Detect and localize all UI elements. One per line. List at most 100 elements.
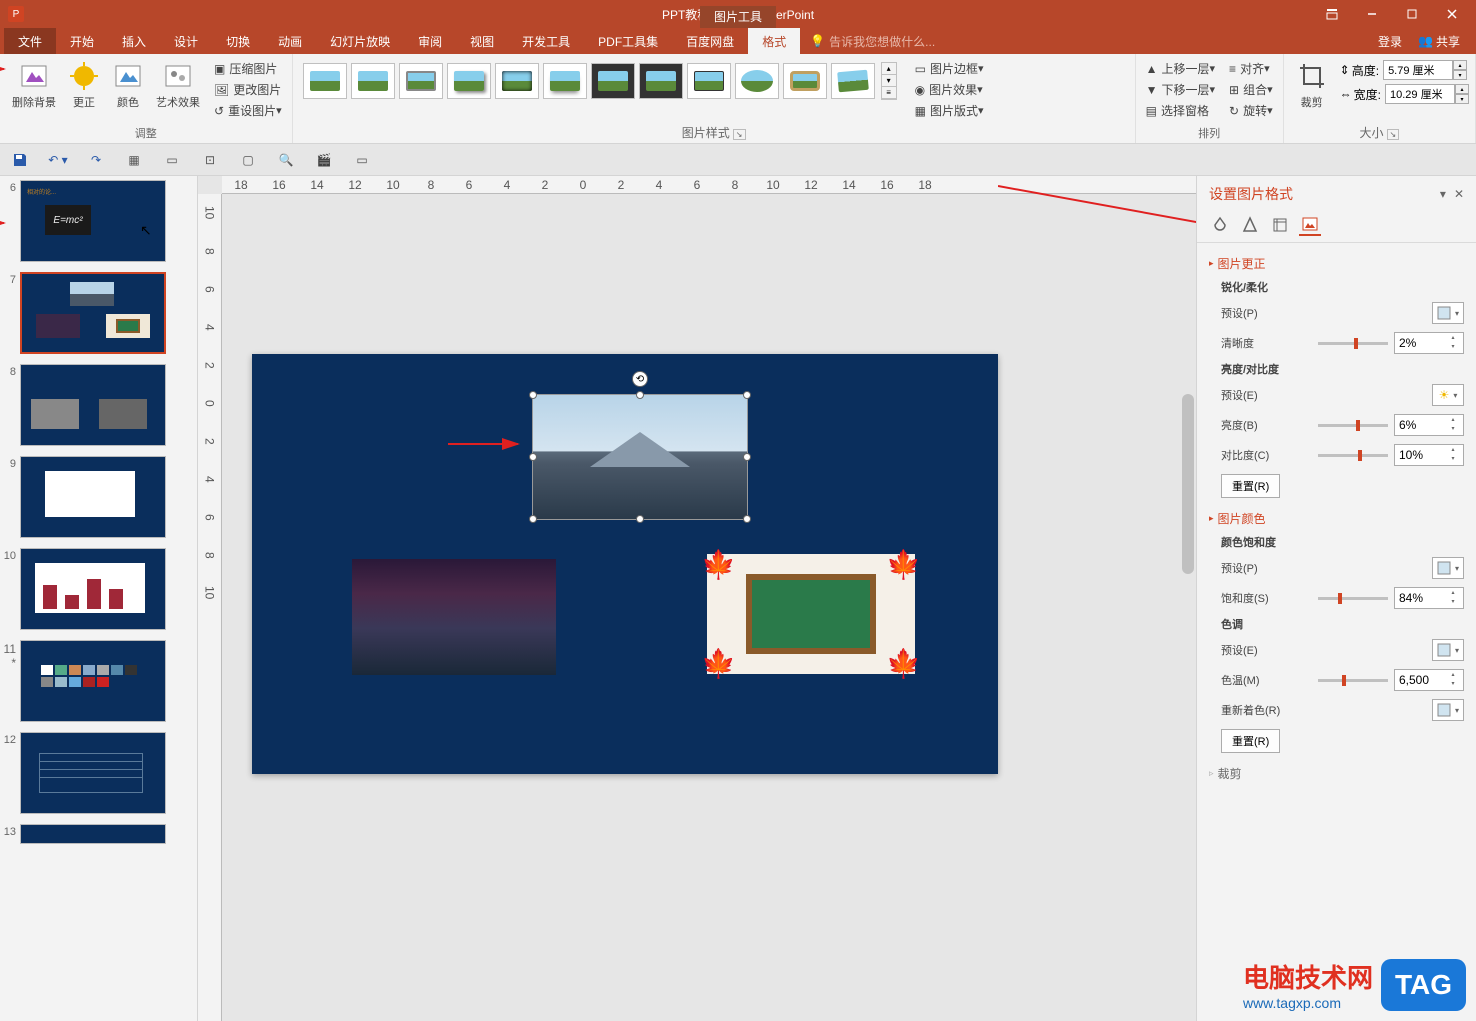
crop-button[interactable]: 裁剪: [1290, 58, 1334, 112]
section-crop[interactable]: ▹裁剪: [1209, 761, 1464, 786]
height-input[interactable]: [1383, 60, 1453, 80]
resize-handle-bc[interactable]: [636, 515, 644, 523]
resize-handle-mr[interactable]: [743, 453, 751, 461]
picture-effects-button[interactable]: ◉图片效果 ▾: [911, 79, 988, 100]
slide-thumb-9[interactable]: [20, 456, 166, 538]
resize-handle-tr[interactable]: [743, 391, 751, 399]
temp-input[interactable]: 6,500▴▾: [1394, 669, 1464, 691]
maximize-button[interactable]: [1392, 0, 1432, 28]
slide-thumb-6[interactable]: 相对的论... E=mc²: [20, 180, 166, 262]
send-backward-button[interactable]: ▼下移一层 ▾: [1142, 79, 1219, 100]
width-input[interactable]: [1385, 84, 1455, 104]
align-button[interactable]: ≡对齐 ▾: [1225, 58, 1277, 79]
picture-layout-button[interactable]: ▦图片版式 ▾: [911, 100, 988, 121]
tab-developer[interactable]: 开发工具: [508, 28, 584, 54]
qat-btn-9[interactable]: ▭: [352, 150, 372, 170]
save-button[interactable]: [10, 150, 30, 170]
contrast-input[interactable]: 10%▴▾: [1394, 444, 1464, 466]
group-button[interactable]: ⊞组合 ▾: [1225, 79, 1277, 100]
resize-handle-ml[interactable]: [529, 453, 537, 461]
tab-file[interactable]: 文件: [4, 28, 56, 54]
tab-review[interactable]: 审阅: [404, 28, 456, 54]
tab-insert[interactable]: 插入: [108, 28, 160, 54]
style-thumb-3[interactable]: [399, 63, 443, 99]
slide-thumb-12[interactable]: [20, 732, 166, 814]
slide-thumb-11[interactable]: [20, 640, 166, 722]
resize-handle-tc[interactable]: [636, 391, 644, 399]
sharpness-input[interactable]: 2%▴▾: [1394, 332, 1464, 354]
pane-tab-picture[interactable]: [1299, 214, 1321, 236]
style-thumb-7[interactable]: [591, 63, 635, 99]
gallery-more-button[interactable]: ▴▾≡: [881, 62, 897, 100]
brightness-slider[interactable]: [1318, 424, 1388, 427]
style-thumb-10[interactable]: [735, 63, 779, 99]
redo-button[interactable]: ↷: [86, 150, 106, 170]
section-picture-color[interactable]: ▸图片颜色: [1209, 506, 1464, 531]
pane-options-button[interactable]: ▾: [1440, 187, 1446, 201]
tell-me[interactable]: 💡 告诉我您想做什么...: [800, 28, 935, 54]
width-spinner[interactable]: ▴▾: [1455, 84, 1469, 104]
tab-format[interactable]: 格式: [748, 28, 800, 54]
share-button[interactable]: 👥 共享: [1410, 33, 1468, 50]
pane-close-button[interactable]: ✕: [1454, 187, 1464, 201]
style-thumb-4[interactable]: [447, 63, 491, 99]
contrast-slider[interactable]: [1318, 454, 1388, 457]
style-thumb-12[interactable]: [831, 63, 875, 99]
compress-picture-button[interactable]: ▣压缩图片: [210, 58, 286, 79]
section-picture-correction[interactable]: ▸图片更正: [1209, 251, 1464, 276]
style-thumb-1[interactable]: [303, 63, 347, 99]
color-button[interactable]: 颜色: [106, 58, 150, 112]
pane-tab-fill[interactable]: [1209, 214, 1231, 236]
resize-handle-tl[interactable]: [529, 391, 537, 399]
pane-tab-effects[interactable]: [1239, 214, 1261, 236]
preset-sharpen-button[interactable]: [1432, 302, 1464, 324]
reset-color-button[interactable]: 重置(R): [1221, 729, 1280, 753]
login-button[interactable]: 登录: [1370, 33, 1410, 50]
print-preview-button[interactable]: ▭: [162, 150, 182, 170]
style-thumb-8[interactable]: [639, 63, 683, 99]
picture-cityscape[interactable]: [352, 559, 556, 675]
tab-pdf[interactable]: PDF工具集: [584, 28, 672, 54]
slide-thumb-8[interactable]: [20, 364, 166, 446]
picture-styles-gallery[interactable]: ▴▾≡: [299, 58, 901, 104]
slide-thumb-13[interactable]: [20, 824, 166, 844]
tab-baidu[interactable]: 百度网盘: [672, 28, 748, 54]
preset-saturation-button[interactable]: [1432, 557, 1464, 579]
slide-canvas[interactable]: ⟲ 🍁 🍁 🍁 🍁: [252, 354, 998, 774]
rotate-button[interactable]: ↻旋转 ▾: [1225, 100, 1277, 121]
slide-thumb-10[interactable]: [20, 548, 166, 630]
style-thumb-11[interactable]: [783, 63, 827, 99]
style-thumb-6[interactable]: [543, 63, 587, 99]
slide-thumb-7[interactable]: [20, 272, 166, 354]
selection-pane-button[interactable]: ▤选择窗格: [1142, 100, 1219, 121]
remove-background-button[interactable]: 删除背景: [6, 58, 62, 112]
recolor-button[interactable]: [1432, 699, 1464, 721]
change-picture-button[interactable]: 🖼更改图片: [210, 79, 286, 100]
picture-border-button[interactable]: ▭图片边框 ▾: [911, 58, 988, 79]
tab-transitions[interactable]: 切换: [212, 28, 264, 54]
undo-button[interactable]: ↶ ▾: [48, 150, 68, 170]
new-slide-button[interactable]: ▦: [124, 150, 144, 170]
pane-tab-size[interactable]: [1269, 214, 1291, 236]
rotate-handle[interactable]: ⟲: [632, 371, 648, 387]
qat-btn-8[interactable]: 🎬: [314, 150, 334, 170]
saturation-slider[interactable]: [1318, 597, 1388, 600]
resize-handle-br[interactable]: [743, 515, 751, 523]
reset-picture-button[interactable]: ↺重设图片 ▾: [210, 100, 286, 121]
preset-brightness-button[interactable]: ☀: [1432, 384, 1464, 406]
brightness-input[interactable]: 6%▴▾: [1394, 414, 1464, 436]
temp-slider[interactable]: [1318, 679, 1388, 682]
minimize-button[interactable]: [1352, 0, 1392, 28]
style-thumb-5[interactable]: [495, 63, 539, 99]
tab-view[interactable]: 视图: [456, 28, 508, 54]
vertical-scrollbar[interactable]: [1180, 194, 1196, 1021]
slide-thumbnails-panel[interactable]: 6 相对的论... E=mc² 7 8 9: [0, 176, 198, 1021]
selected-picture[interactable]: ⟲: [532, 394, 748, 520]
tab-animations[interactable]: 动画: [264, 28, 316, 54]
tab-design[interactable]: 设计: [160, 28, 212, 54]
bring-forward-button[interactable]: ▲上移一层 ▾: [1142, 58, 1219, 79]
close-button[interactable]: [1432, 0, 1472, 28]
resize-handle-bl[interactable]: [529, 515, 537, 523]
picture-chalkboard[interactable]: 🍁 🍁 🍁 🍁: [707, 554, 915, 674]
reset-correction-button[interactable]: 重置(R): [1221, 474, 1280, 498]
